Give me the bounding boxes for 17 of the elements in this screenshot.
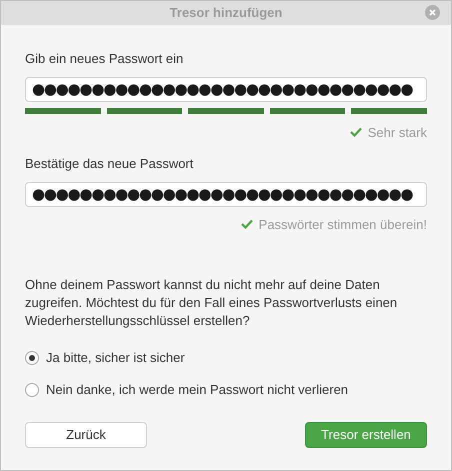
field-label: Bestätige das neue Passwort [25, 155, 194, 173]
match-text: Passwörter stimmen überein! [258, 216, 427, 234]
radio-button[interactable] [25, 383, 39, 397]
window-title: Tresor hinzufügen [170, 4, 282, 22]
password-field[interactable]: ●●●●●●●●●●●●●●●●●●●●●●●●●●●●●●●● [25, 182, 427, 206]
recovery-text: Ohne deinem Passwort kannst du nicht mehr auf deine Daten zugreifen. Möchtest du für den Fall eines Passwortverlusts einen Wiederherstellungsschlüssel erstellen? [25, 276, 398, 330]
close-button[interactable] [425, 5, 440, 20]
field-label: Gib ein neues Passwort ein [25, 50, 184, 68]
check-icon [350, 127, 362, 138]
check-icon [240, 219, 253, 230]
strength-text: Sehr stark [368, 124, 427, 142]
password-field[interactable]: ●●●●●●●●●●●●●●●●●●●●●●●●●●●●●●●● [25, 76, 427, 102]
back-button[interactable]: Zurück [25, 422, 147, 448]
radio-option[interactable]: Ja bitte, sicher ist sicher [25, 342, 427, 374]
radio-option[interactable]: Nein danke, ich werde mein Passwort nicht verlieren [25, 374, 427, 406]
close-icon [429, 9, 436, 16]
radio-button[interactable] [25, 351, 39, 365]
